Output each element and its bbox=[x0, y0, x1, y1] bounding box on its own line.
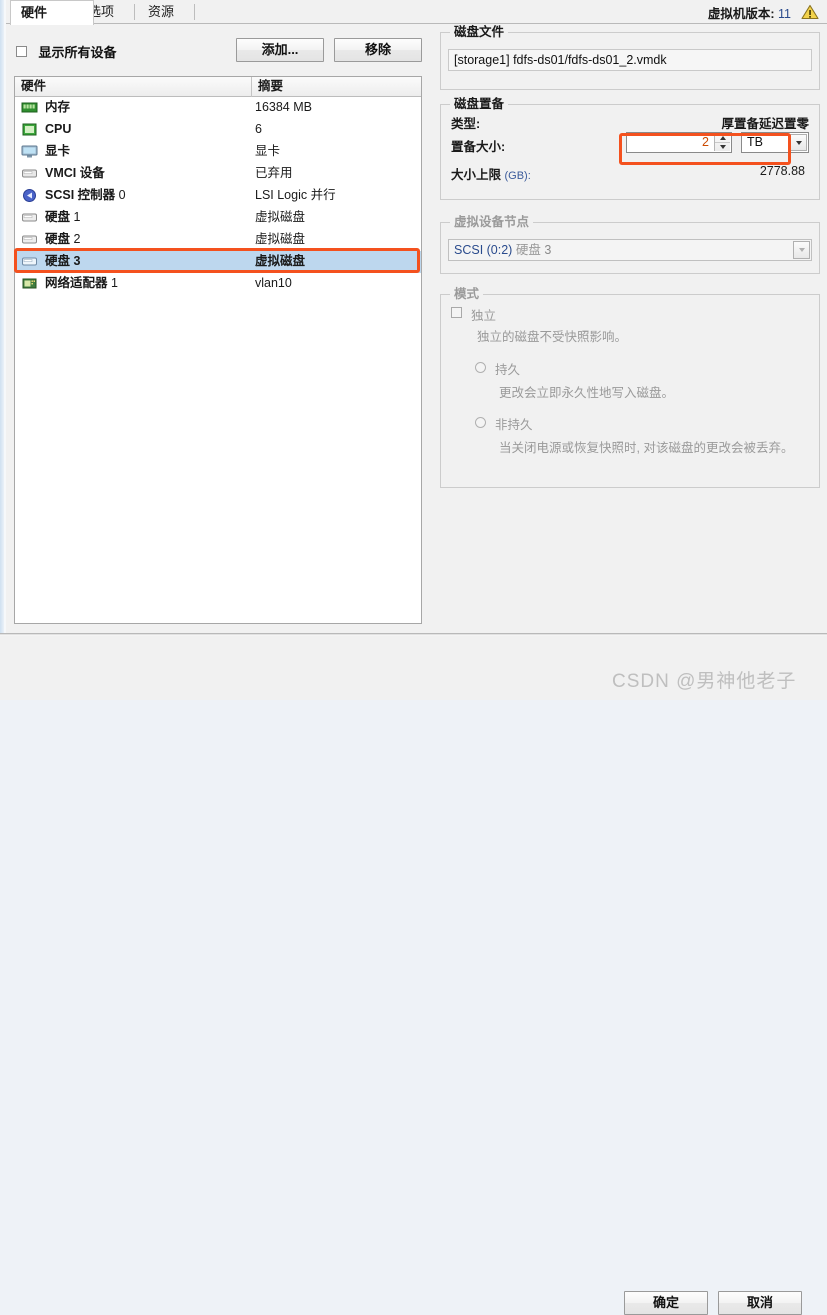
hardware-name: VMCI 设备 bbox=[45, 166, 105, 180]
table-row[interactable]: VMCI 设备 已弃用 bbox=[15, 163, 421, 185]
hardware-summary: 已弃用 bbox=[255, 166, 293, 180]
warning-triangle-icon[interactable] bbox=[801, 4, 819, 20]
column-header-summary: 摘要 bbox=[251, 77, 423, 97]
vmci-device-icon bbox=[21, 166, 38, 181]
tab-separator-2 bbox=[134, 4, 135, 20]
remove-button[interactable]: 移除 bbox=[334, 38, 422, 62]
virtual-device-node-dropdown[interactable]: SCSI (0:2) 硬盘 3 bbox=[448, 239, 812, 261]
hardware-summary: 显卡 bbox=[255, 144, 281, 158]
independent-checkbox[interactable] bbox=[451, 307, 462, 318]
provision-size-value: 2 bbox=[702, 135, 709, 149]
hardware-summary: vlan10 bbox=[255, 276, 292, 290]
hardware-list-header: 硬件 摘要 bbox=[15, 77, 421, 97]
chevron-down-icon[interactable] bbox=[793, 241, 810, 259]
hardware-summary: LSI Logic 并行 bbox=[255, 188, 336, 202]
hardware-list[interactable]: 硬件 摘要 内存 16384 MB CPU 6 显卡 显卡 VMCI 设备 已弃… bbox=[14, 76, 422, 624]
provision-size-unit-dropdown[interactable]: TB bbox=[741, 132, 809, 153]
memory-icon bbox=[21, 100, 38, 115]
hardware-name: CPU bbox=[45, 122, 72, 136]
nonpersistent-radio[interactable] bbox=[475, 417, 486, 428]
persistent-radio[interactable] bbox=[475, 362, 486, 373]
cpu-icon bbox=[21, 122, 38, 137]
disk-file-group-title: 磁盘文件 bbox=[450, 25, 509, 40]
tab-resources[interactable]: 资源 bbox=[138, 1, 212, 23]
hardware-summary: 虚拟磁盘 bbox=[255, 254, 306, 268]
stepper-down-button[interactable] bbox=[715, 143, 730, 151]
nonpersistent-label: 非持久 bbox=[495, 418, 533, 432]
vm-version-value: 11 bbox=[778, 7, 791, 21]
mode-group: 模式 独立 独立的磁盘不受快照影响。 持久 更改会立即永久性地写入磁盘。 非持久… bbox=[440, 287, 820, 488]
window-edge-inner bbox=[4, 0, 6, 700]
cancel-button[interactable]: 取消 bbox=[718, 1291, 802, 1315]
hardware-name: SCSI 控制器 0 bbox=[45, 188, 126, 202]
independent-description: 独立的磁盘不受快照影响。 bbox=[477, 330, 628, 344]
provision-size-stepper[interactable]: 2 bbox=[626, 132, 732, 153]
show-all-devices-label: 显示所有设备 bbox=[38, 45, 117, 60]
table-row[interactable]: SCSI 控制器 0 LSI Logic 并行 bbox=[15, 185, 421, 207]
chevron-down-icon[interactable] bbox=[790, 134, 807, 151]
show-all-devices-checkbox[interactable] bbox=[16, 46, 27, 57]
table-row[interactable]: 硬盘 1 虚拟磁盘 bbox=[15, 207, 421, 229]
hardware-name: 显卡 bbox=[45, 144, 71, 158]
independent-label: 独立 bbox=[471, 309, 497, 323]
add-button[interactable]: 添加... bbox=[236, 38, 324, 62]
disk-provisioning-group-title: 磁盘置备 bbox=[450, 97, 509, 112]
table-row[interactable]: 网络适配器 1 vlan10 bbox=[15, 273, 421, 295]
type-value: 厚置备延迟置零 bbox=[721, 117, 809, 131]
hardware-name: 硬盘 2 bbox=[45, 232, 81, 246]
provision-size-unit-value: TB bbox=[747, 135, 763, 149]
vm-properties-dialog: 硬件 选项 资源 虚拟机版本: 11 显示所有设备 添加... 移除 硬件 摘要… bbox=[0, 0, 827, 1315]
footer-bar: 确定 取消 bbox=[0, 636, 827, 1315]
disk-file-group: 磁盘文件 [storage1] fdfs-ds01/fdfs-ds01_2.vm… bbox=[440, 25, 820, 90]
max-size-value: 2778.88 bbox=[759, 164, 805, 178]
network-adapter-icon bbox=[21, 276, 38, 291]
tab-separator-3 bbox=[194, 4, 195, 20]
tab-strip: 硬件 选项 资源 虚拟机版本: 11 bbox=[6, 0, 827, 25]
persistent-description: 更改会立即永久性地写入磁盘。 bbox=[499, 386, 675, 400]
provision-size-label: 置备大小: bbox=[451, 140, 506, 154]
virtual-device-node-group: 虚拟设备节点 SCSI (0:2) 硬盘 3 bbox=[440, 215, 820, 274]
tab-resources-label: 资源 bbox=[148, 4, 175, 19]
tab-hardware-label: 硬件 bbox=[21, 5, 48, 20]
table-row[interactable]: 显卡 显卡 bbox=[15, 141, 421, 163]
hardware-summary: 虚拟磁盘 bbox=[255, 232, 306, 246]
table-row-selected[interactable]: 硬盘 3 虚拟磁盘 bbox=[15, 251, 421, 273]
display-icon bbox=[21, 144, 38, 159]
virtual-device-node-value: SCSI (0:2) 硬盘 3 bbox=[454, 243, 552, 257]
hardware-summary: 虚拟磁盘 bbox=[255, 210, 306, 224]
hard-disk-icon bbox=[21, 232, 38, 247]
scsi-controller-icon bbox=[21, 188, 38, 203]
persistent-label: 持久 bbox=[495, 363, 521, 377]
stepper-arrows[interactable] bbox=[714, 134, 730, 151]
virtual-device-node-group-title: 虚拟设备节点 bbox=[450, 215, 534, 230]
type-label: 类型: bbox=[451, 117, 481, 131]
hardware-name: 硬盘 1 bbox=[45, 210, 81, 224]
vm-version-info: 虚拟机版本: 11 bbox=[708, 3, 791, 22]
stepper-up-button[interactable] bbox=[715, 134, 730, 143]
table-row[interactable]: 硬盘 2 虚拟磁盘 bbox=[15, 229, 421, 251]
hardware-summary: 16384 MB bbox=[255, 100, 312, 114]
tab-hardware[interactable]: 硬件 bbox=[10, 0, 94, 25]
hardware-summary: 6 bbox=[255, 122, 262, 136]
mode-group-title: 模式 bbox=[450, 287, 484, 302]
hardware-name: 硬盘 3 bbox=[45, 254, 81, 268]
nonpersistent-description: 当关闭电源或恢复快照时, 对该磁盘的更改会被丢弃。 bbox=[499, 441, 794, 455]
table-row[interactable]: 内存 16384 MB bbox=[15, 97, 421, 119]
column-header-hardware: 硬件 bbox=[21, 79, 47, 93]
vm-version-label: 虚拟机版本: bbox=[707, 7, 775, 21]
hard-disk-icon bbox=[21, 210, 38, 225]
hardware-list-rows: 内存 16384 MB CPU 6 显卡 显卡 VMCI 设备 已弃用 SCSI… bbox=[15, 97, 421, 295]
ok-button[interactable]: 确定 bbox=[624, 1291, 708, 1315]
hardware-name: 内存 bbox=[45, 100, 71, 114]
max-size-label: 大小上限 (GB): bbox=[451, 168, 531, 182]
hardware-name: 网络适配器 1 bbox=[45, 276, 118, 290]
table-row[interactable]: CPU 6 bbox=[15, 119, 421, 141]
hard-disk-icon bbox=[21, 254, 38, 269]
disk-provisioning-group: 磁盘置备 类型: 厚置备延迟置零 置备大小: 2 TB 大小上限 (GB): 2… bbox=[440, 97, 820, 200]
disk-file-path: [storage1] fdfs-ds01/fdfs-ds01_2.vmdk bbox=[448, 49, 812, 71]
